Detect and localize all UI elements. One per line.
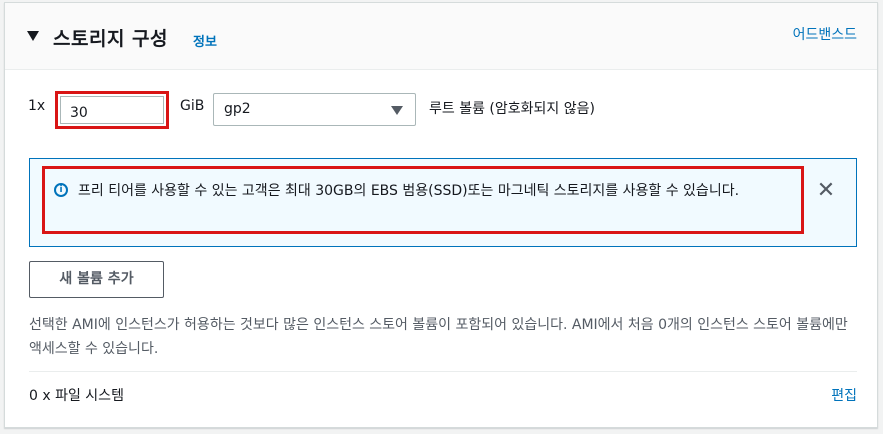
edit-link[interactable]: 편집: [831, 385, 857, 405]
volume-type-select[interactable]: gp2: [213, 93, 416, 126]
advanced-link[interactable]: 어드밴스드: [793, 24, 857, 44]
size-unit: GiB: [180, 98, 205, 114]
volume-size-input[interactable]: 30: [55, 91, 169, 129]
dropdown-caret-icon: [391, 106, 403, 115]
volume-type-value: gp2: [224, 101, 251, 117]
free-tier-alert: i 프리 티어를 사용할 수 있는 고객은 최대 30GB의 EBS 범용(SS…: [29, 158, 857, 247]
divider: [29, 371, 857, 372]
info-icon: i: [54, 183, 68, 197]
instance-store-description: 선택한 AMI에 인스턴스가 허용하는 것보다 많은 인스턴스 스토어 볼륨이 …: [29, 317, 848, 357]
section-title: 스토리지 구성: [53, 28, 168, 50]
add-volume-button[interactable]: 새 볼륨 추가: [29, 261, 164, 298]
close-icon[interactable]: ✕: [816, 180, 836, 202]
info-link[interactable]: 정보: [193, 31, 217, 50]
root-volume-row: 1x 30 GiB gp2 루트 볼륨 (암호화되지 않음): [5, 91, 877, 131]
alert-text: 프리 티어를 사용할 수 있는 고객은 최대 30GB의 EBS 범용(SSD)…: [78, 183, 740, 199]
storage-config-panel: 스토리지 구성 정보 어드밴스드 1x 30 GiB gp2 루트 볼륨 (암호…: [4, 2, 878, 428]
file-systems-label: 0 x 파일 시스템: [29, 388, 124, 404]
collapse-caret-icon[interactable]: [27, 31, 39, 41]
volume-size-value[interactable]: 30: [60, 96, 164, 124]
volume-multiplier: 1x: [28, 98, 46, 114]
root-volume-label: 루트 볼륨 (암호화되지 않음): [429, 101, 595, 117]
panel-header: 스토리지 구성 정보 어드밴스드: [5, 3, 877, 70]
